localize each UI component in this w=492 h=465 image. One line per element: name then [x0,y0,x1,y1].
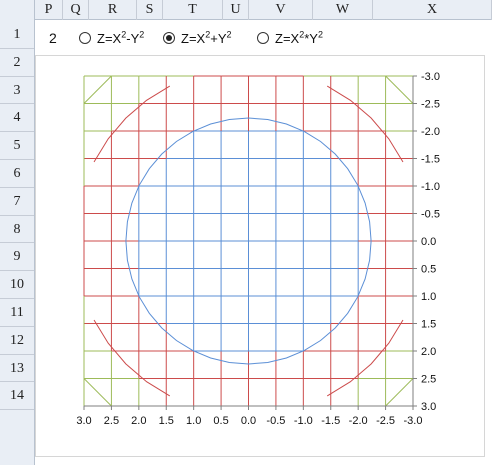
contour-line-5-10 [326,319,404,397]
y-tick-label: 0.0 [421,236,436,248]
contour-line-5-10 [93,85,171,163]
radio-button[interactable] [257,32,269,44]
row-header-7[interactable]: 7 [0,188,34,216]
x-tick-label: 0.0 [241,415,256,427]
x-tick-label: 2.0 [131,415,146,427]
row-header-8[interactable]: 8 [0,216,34,244]
select-all-corner[interactable] [0,0,35,20]
column-header-bar: PQRSTUVWX [0,0,492,20]
column-header-v[interactable]: V [249,0,313,20]
x-tick-label: -1.0 [294,415,313,427]
spreadsheet: PQRSTUVWX 1 2 3 4 5 6 7 8 9 10 11 12 13 14 2 Z=X2-Y2 … [0,0,492,465]
chart-plot-area: 3.0 2.5 2.0 1.5 1.0 0.5 0.0 -0.5 -1.0 -1.5 -2.0 -2.… [76,71,440,427]
contour-line-10-15 [385,75,414,104]
contour-line-10-15 [83,378,112,407]
radio-button[interactable] [163,32,175,44]
contour-line-10-15 [385,378,414,407]
y-tick-label: 1.5 [421,319,436,331]
row-header-12[interactable]: 12 [0,327,34,355]
row-header-13[interactable]: 13 [0,355,34,383]
contour-line-5-10 [326,85,404,163]
row-header-2[interactable]: 2 [0,49,34,77]
x-tick-label: 2.5 [104,415,119,427]
option-label: Z=X2*Y2 [275,29,323,46]
option-label: Z=X2+Y2 [181,29,232,46]
surface-option-controls: 2 Z=X2-Y2 Z=X2+Y2 Z=X2*Y2 [35,21,492,55]
x-tick-label: -2.0 [349,415,368,427]
x-tick-label: -2.5 [376,415,395,427]
x-tick-label: 1.5 [159,415,174,427]
y-tick-label: -2.0 [421,126,440,138]
column-header-r[interactable]: R [89,0,137,20]
column-header-x[interactable]: X [373,0,492,20]
row-header-4[interactable]: 4 [0,104,34,133]
y-tick-label: 2.0 [421,346,436,358]
row-header-9[interactable]: 9 [0,243,34,272]
y-tick-label: 1.0 [421,291,436,303]
column-header-w[interactable]: W [313,0,373,20]
y-tick-label: -2.5 [421,99,440,111]
selected-option-value: 2 [49,30,57,46]
x-tick-label: -0.5 [266,415,285,427]
y-tick-label: -0.5 [421,209,440,221]
contour-line-5-10 [93,319,171,397]
column-header-p[interactable]: P [35,0,63,20]
option-x2-times-y2[interactable]: Z=X2*Y2 [257,29,323,47]
row-header-3[interactable]: 3 [0,77,34,105]
row-header-5[interactable]: 5 [0,132,34,160]
y-tick-label: -1.0 [421,181,440,193]
column-header-s[interactable]: S [137,0,163,20]
column-header-q[interactable]: Q [63,0,89,20]
row-header-14[interactable]: 14 [0,382,34,411]
option-x2-minus-y2[interactable]: Z=X2-Y2 [79,29,144,47]
y-tick-label: 2.5 [421,374,436,386]
row-header-11[interactable]: 11 [0,299,34,327]
y-tick-label: 3.0 [421,401,436,413]
option-label: Z=X2-Y2 [97,29,145,46]
x-tick-label: -3.0 [404,415,423,427]
x-tick-label: 1.0 [186,415,201,427]
column-header-t[interactable]: T [163,0,223,20]
row-header-10[interactable]: 10 [0,271,34,299]
x-tick-label: 0.5 [213,415,228,427]
y-tick-label: -3.0 [421,71,440,83]
row-header-bar: 1 2 3 4 5 6 7 8 9 10 11 12 13 14 [0,20,35,465]
row-header-6[interactable]: 6 [0,160,34,188]
option-x2-plus-y2[interactable]: Z=X2+Y2 [163,29,232,47]
row-header-1[interactable]: 1 [0,21,34,49]
column-header-u[interactable]: U [223,0,249,20]
y-tick-label: 0.5 [421,264,436,276]
x-tick-label: 3.0 [76,415,91,427]
contour-line-10-15 [83,75,112,104]
x-tick-label: -1.5 [321,415,340,427]
radio-button[interactable] [79,32,91,44]
contour-chart[interactable]: 3.0 2.5 2.0 1.5 1.0 0.5 0.0 -0.5 -1.0 -1.5 -2.0 -2.… [35,55,485,457]
y-tick-label: -1.5 [421,154,440,166]
